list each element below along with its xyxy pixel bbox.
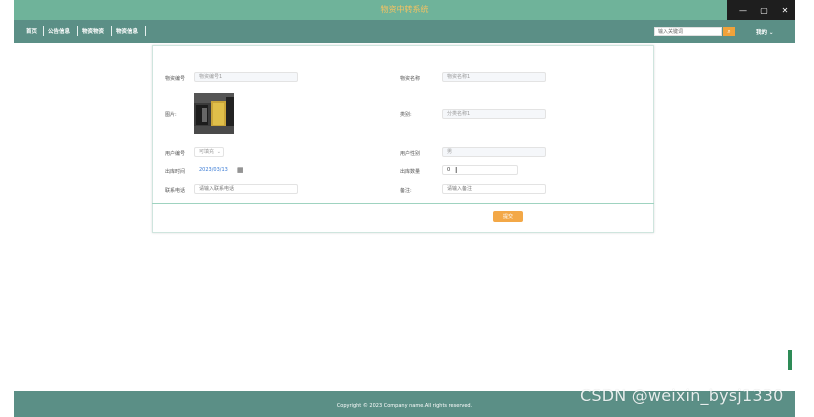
outbound-qty-label: 出库数量 bbox=[400, 169, 421, 175]
nav-goods[interactable]: 物资物资 bbox=[82, 27, 104, 35]
goods-name-label: 物资名称 bbox=[400, 76, 421, 82]
nav-separator bbox=[43, 26, 44, 36]
form-divider bbox=[152, 203, 654, 204]
photo-label: 图片: bbox=[165, 112, 177, 118]
nav-home[interactable]: 首页 bbox=[26, 27, 37, 35]
text-cursor-icon: I bbox=[455, 166, 458, 175]
close-button[interactable]: ✕ bbox=[771, 0, 795, 20]
outbound-time-value: 2023/03/13 bbox=[199, 167, 228, 173]
frame-right bbox=[795, 0, 814, 417]
nav-announcement[interactable]: 公告信息 bbox=[48, 27, 70, 35]
category-label: 类别: bbox=[400, 112, 412, 118]
outbound-time-label: 出库时间 bbox=[165, 169, 186, 175]
nav-separator bbox=[145, 26, 146, 36]
scrollbar-indicator[interactable] bbox=[788, 350, 792, 370]
nav-goods-info[interactable]: 物资信息 bbox=[116, 27, 138, 35]
user-no-label: 用户编号 bbox=[165, 151, 186, 157]
goods-name-field[interactable]: 物资名称1 bbox=[442, 72, 546, 82]
app-window: 物资中转系统 — ▢ ✕ 首页 公告信息 物资物资 物资信息 输入关键词 ⌕ 我… bbox=[14, 0, 795, 417]
goods-no-field[interactable]: 物资编号1 bbox=[194, 72, 298, 82]
outbound-qty-field[interactable]: 0 bbox=[442, 165, 518, 175]
window-title: 物资中转系统 bbox=[380, 5, 429, 14]
frame-left bbox=[0, 0, 14, 417]
user-gender-label: 用户性别 bbox=[400, 151, 421, 157]
search-input[interactable]: 输入关键词 bbox=[654, 27, 722, 36]
watermark: CSDN @weixin_bysj1330 bbox=[580, 386, 784, 405]
goods-photo-image bbox=[194, 93, 234, 134]
goods-no-label: 物资编号 bbox=[165, 76, 186, 82]
user-no-select[interactable]: 可填充 ⌄ bbox=[194, 147, 224, 157]
user-gender-field[interactable]: 男 bbox=[442, 147, 546, 157]
user-no-value: 可填充 bbox=[199, 149, 215, 155]
title-bar: 物资中转系统 — ▢ ✕ bbox=[14, 0, 795, 20]
category-field[interactable]: 分类名称1 bbox=[442, 109, 546, 119]
remark-field[interactable]: 请输入备注 bbox=[442, 184, 546, 194]
nav-separator bbox=[111, 26, 112, 36]
goods-photo[interactable] bbox=[194, 93, 234, 134]
submit-button[interactable]: 提交 bbox=[493, 211, 523, 222]
nav-separator bbox=[77, 26, 78, 36]
contact-phone-label: 联系电话 bbox=[165, 188, 186, 194]
remark-label: 备注: bbox=[400, 188, 412, 194]
user-menu[interactable]: 我的 ⌄ bbox=[756, 28, 774, 36]
search-button[interactable]: ⌕ bbox=[723, 27, 735, 36]
calendar-icon[interactable]: ▦ bbox=[237, 166, 244, 174]
contact-phone-field[interactable]: 请输入联系电话 bbox=[194, 184, 298, 194]
chevron-down-icon: ⌄ bbox=[216, 149, 221, 155]
search-icon: ⌕ bbox=[727, 27, 731, 35]
